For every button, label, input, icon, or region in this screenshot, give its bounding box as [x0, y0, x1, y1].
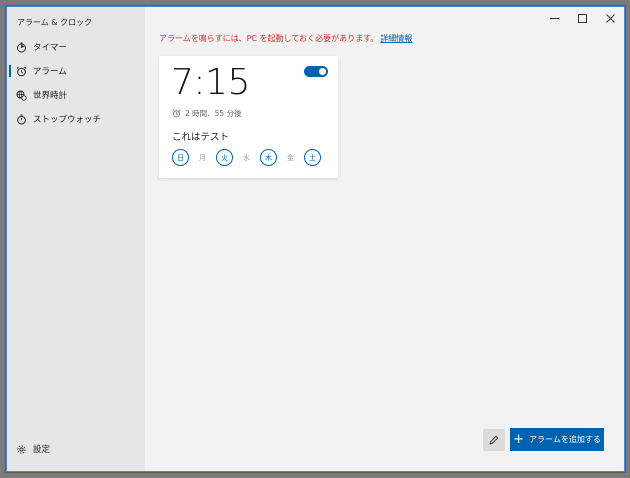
toggle-knob	[319, 68, 326, 75]
day-thursday: 木	[260, 149, 277, 166]
settings-section: 設定	[7, 437, 145, 461]
add-alarm-button[interactable]: + アラームを追加する	[510, 428, 604, 451]
minimize-button[interactable]	[540, 7, 568, 29]
day-monday: 月	[199, 153, 206, 162]
add-alarm-label: アラームを追加する	[529, 435, 601, 444]
maximize-icon	[577, 13, 587, 23]
day-wednesday: 水	[243, 153, 250, 162]
learn-more-link[interactable]: 詳細情報	[380, 34, 412, 43]
pencil-icon	[489, 435, 499, 445]
remaining-text: 2 時間、55 分後	[185, 109, 242, 118]
close-button[interactable]	[596, 7, 624, 29]
alarm-remaining: 2 時間、55 分後	[172, 108, 242, 119]
stopwatch-icon	[16, 114, 27, 125]
wake-warning: アラームを鳴らすには、PC を起動しておく必要があります。 詳細情報	[159, 33, 412, 44]
day-sunday: 日	[172, 149, 189, 166]
alarm-time: 7:15	[171, 62, 250, 103]
plus-icon: +	[513, 432, 525, 447]
close-icon	[605, 13, 615, 23]
nav-item-world-clock[interactable]: 世界時計	[7, 83, 145, 107]
alarm-name: これはテスト	[172, 132, 230, 143]
timer-icon	[16, 42, 27, 53]
sidebar: アラーム & クロック タイマー アラーム 世界時計 ストップウォッチ 設定	[7, 7, 145, 471]
maximize-button[interactable]	[568, 7, 596, 29]
nav-item-label: ストップウォッチ	[33, 115, 102, 125]
minimize-icon	[549, 17, 559, 19]
nav-item-settings[interactable]: 設定	[7, 437, 145, 461]
alarm-clock-icon	[16, 66, 27, 77]
alarm-days: 日 月 火 水 木 金 土	[172, 149, 326, 166]
globe-icon	[16, 90, 27, 101]
nav-menu: タイマー アラーム 世界時計 ストップウォッチ	[7, 35, 145, 131]
nav-item-label: アラーム	[33, 67, 67, 77]
edit-alarms-button[interactable]	[483, 429, 505, 451]
settings-label: 設定	[33, 445, 51, 455]
nav-item-label: 世界時計	[33, 91, 68, 101]
app-title: アラーム & クロック	[17, 18, 93, 27]
app-window: アラーム & クロック タイマー アラーム 世界時計 ストップウォッチ 設定 ア…	[6, 6, 625, 472]
gear-icon	[16, 444, 27, 455]
alarm-card[interactable]: 7:15 2 時間、55 分後 これはテスト 日 月 火 水 木 金 土	[159, 56, 338, 178]
nav-item-alarm[interactable]: アラーム	[7, 59, 145, 83]
warning-text: アラームを鳴らすには、PC を起動しておく必要があります。	[159, 34, 379, 43]
day-tuesday: 火	[216, 149, 233, 166]
alarm-clock-icon	[172, 109, 181, 118]
alarm-toggle[interactable]	[304, 66, 328, 77]
day-friday: 金	[287, 153, 294, 162]
nav-item-stopwatch[interactable]: ストップウォッチ	[7, 107, 145, 131]
nav-item-label: タイマー	[33, 43, 68, 53]
day-saturday: 土	[304, 149, 321, 166]
window-controls	[540, 7, 624, 29]
nav-item-timer[interactable]: タイマー	[7, 35, 145, 59]
